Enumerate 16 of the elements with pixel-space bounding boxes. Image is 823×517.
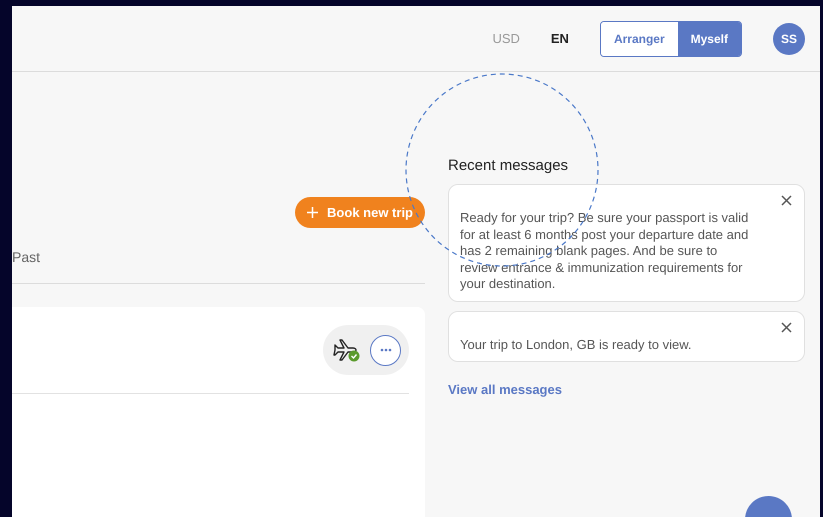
book-trip-button[interactable]: Book new trip	[295, 197, 425, 228]
role-option[interactable]: Myself	[678, 22, 741, 56]
more-options-button[interactable]	[370, 334, 401, 366]
user-avatar[interactable]: SS	[773, 22, 805, 54]
message-text: Your trip to London, GB is ready to view.	[460, 336, 692, 353]
currency-label[interactable]: USD	[492, 31, 520, 46]
message-text: Ready for your trip? Be sure your passport is valid for at least 6 months post your departure date and has 2 remaining blank pages. And be sure to review entrance & immunization requirements for your destination.	[460, 210, 750, 292]
role-option[interactable]: Arranger	[600, 22, 678, 56]
section-title: Recent messages	[448, 157, 570, 174]
ellipsis-icon	[380, 348, 392, 352]
plus-icon	[307, 207, 318, 218]
language-label[interactable]: EN	[550, 31, 569, 46]
close-button[interactable]	[781, 322, 792, 332]
close-button[interactable]	[781, 195, 792, 206]
view-all-link[interactable]: View all messages	[448, 382, 562, 397]
trip-tab[interactable]: Past	[12, 232, 40, 283]
